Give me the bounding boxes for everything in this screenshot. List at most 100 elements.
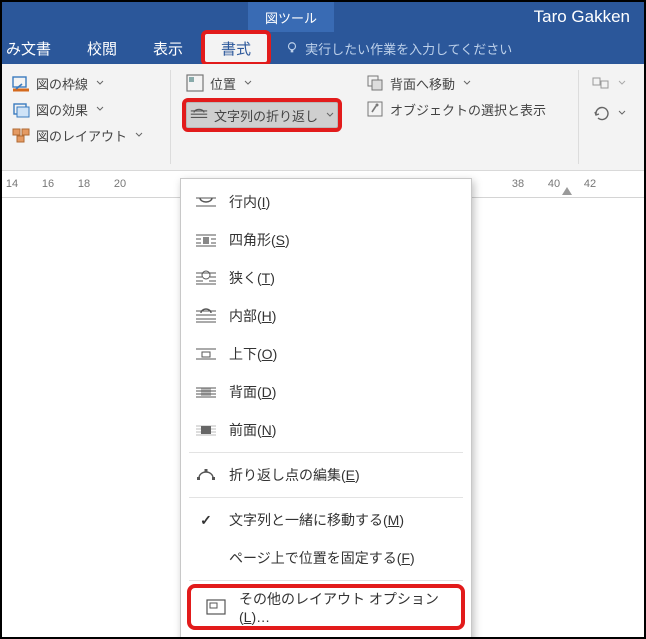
- ruler-tick: 18: [66, 178, 102, 190]
- cmd-selection-pane[interactable]: オブジェクトの選択と表示: [362, 96, 550, 122]
- mi-more-layout-options-label: その他のレイアウト オプション(L)…: [239, 589, 447, 625]
- mi-square-label: 四角形(S): [229, 230, 290, 250]
- mi-edit-wrap-points-label: 折り返し点の編集(E): [229, 465, 360, 485]
- ruler-indent-marker-icon[interactable]: [562, 187, 572, 195]
- mi-inline[interactable]: 行内(I): [181, 183, 471, 221]
- mi-topbottom[interactable]: 上下(O): [181, 335, 471, 373]
- wrap-behind-icon: [195, 384, 217, 400]
- tab-review[interactable]: 校閲: [69, 32, 135, 64]
- cmd-position[interactable]: 位置: [182, 70, 342, 96]
- picture-layout-icon: [12, 126, 30, 144]
- position-icon: [186, 74, 204, 92]
- cmd-picture-outline-label: 図の枠線: [36, 74, 88, 93]
- picture-effects-icon: [12, 100, 30, 118]
- wrap-topbottom-icon: [195, 346, 217, 362]
- blank-icon: [195, 550, 217, 566]
- wrap-through-icon: [195, 308, 217, 324]
- wrap-front-icon: [195, 422, 217, 438]
- username-text: Taro Gakken: [534, 7, 630, 27]
- ruler-tick: 14: [0, 178, 30, 190]
- cmd-picture-effects-label: 図の効果: [36, 100, 88, 119]
- tab-review-label: 校閲: [87, 38, 117, 59]
- group-picture-styles: 図の枠線 図の効果 図のレイアウト: [8, 70, 147, 148]
- mi-set-default-layout[interactable]: 既定のレイアウトとして設定(A): [181, 632, 471, 639]
- mi-behind[interactable]: 背面(D): [181, 373, 471, 411]
- group-arrange-right: 背面へ移動 オブジェクトの選択と表示: [362, 70, 550, 122]
- mi-move-with-text-label: 文字列と一緒に移動する(M): [229, 510, 404, 530]
- group-icon: [592, 74, 610, 92]
- mi-topbottom-label: 上下(O): [229, 344, 277, 364]
- mi-behind-label: 背面(D): [229, 382, 276, 402]
- rotate-icon: [592, 104, 610, 122]
- mi-fix-position[interactable]: ページ上で位置を固定する(F): [181, 539, 471, 577]
- menu-separator: [189, 452, 463, 453]
- mi-inline-label: 行内(I): [229, 192, 270, 212]
- chevron-down-icon: [326, 111, 334, 119]
- selection-pane-icon: [366, 100, 384, 118]
- tab-format[interactable]: 書式: [201, 30, 271, 66]
- cmd-send-backward[interactable]: 背面へ移動: [362, 70, 550, 96]
- mi-through-label: 内部(H): [229, 306, 276, 326]
- wrap-square-icon: [195, 232, 217, 248]
- wrap-tight-icon: [195, 270, 217, 286]
- ruler-ticks-right: 38 40 42: [500, 171, 608, 197]
- mi-more-layout-options[interactable]: その他のレイアウト オプション(L)…: [187, 584, 465, 630]
- chevron-down-icon: [463, 79, 471, 87]
- mi-through[interactable]: 内部(H): [181, 297, 471, 335]
- ribbon-tabstrip: み文書 校閲 表示 書式 実行したい作業を入力してください: [2, 32, 644, 64]
- contextual-tab-text: 図ツール: [265, 8, 317, 27]
- mi-tight[interactable]: 狭く(T): [181, 259, 471, 297]
- chevron-down-icon: [618, 109, 626, 117]
- cmd-send-backward-label: 背面へ移動: [390, 74, 455, 93]
- ruler-ticks-left: 14 16 18 20: [0, 171, 138, 197]
- mi-tight-label: 狭く(T): [229, 268, 275, 288]
- ruler-tick: 20: [102, 178, 138, 190]
- ribbon: 図の枠線 図の効果 図のレイアウト 位置 文字列の折り返し 背面へ: [2, 64, 644, 171]
- tab-format-label: 書式: [221, 38, 251, 59]
- group-arrange-left: 位置 文字列の折り返し: [182, 70, 342, 132]
- edit-wrap-points-icon: [195, 467, 217, 483]
- cmd-selection-pane-label: オブジェクトの選択と表示: [390, 100, 546, 119]
- checkmark-icon: ✓: [195, 512, 217, 528]
- mi-front-label: 前面(N): [229, 420, 276, 440]
- chevron-down-icon: [244, 79, 252, 87]
- more-layout-icon: [205, 599, 227, 615]
- wrap-inline-icon: [195, 194, 217, 210]
- wrap-text-menu: 行内(I) 四角形(S) 狭く(T) 内部(H) 上下(O) 背面(D) 前面(…: [180, 178, 472, 639]
- title-spacer: [2, 2, 248, 32]
- contextual-tab-label: 図ツール: [248, 2, 334, 32]
- wrap-text-icon: [190, 106, 208, 124]
- mi-fix-position-label: ページ上で位置を固定する(F): [229, 548, 415, 568]
- tab-reading-label: み文書: [6, 38, 51, 59]
- ruler-tick: 42: [572, 178, 608, 190]
- mi-square[interactable]: 四角形(S): [181, 221, 471, 259]
- cmd-group[interactable]: [588, 70, 630, 96]
- ruler-tick: 16: [30, 178, 66, 190]
- menu-separator: [189, 580, 463, 581]
- ruler-tick: 38: [500, 178, 536, 190]
- cmd-picture-outline[interactable]: 図の枠線: [8, 70, 147, 96]
- mi-front[interactable]: 前面(N): [181, 411, 471, 449]
- chevron-down-icon: [135, 131, 143, 139]
- cmd-picture-layout[interactable]: 図のレイアウト: [8, 122, 147, 148]
- tell-me[interactable]: 実行したい作業を入力してください: [271, 32, 512, 64]
- mi-move-with-text[interactable]: ✓ 文字列と一緒に移動する(M): [181, 501, 471, 539]
- ribbon-separator: [170, 70, 171, 164]
- tab-view-label: 表示: [153, 38, 183, 59]
- mi-edit-wrap-points[interactable]: 折り返し点の編集(E): [181, 456, 471, 494]
- menu-separator: [189, 497, 463, 498]
- chevron-down-icon: [618, 79, 626, 87]
- tell-me-placeholder: 実行したい作業を入力してください: [305, 39, 512, 58]
- cmd-wrap-text[interactable]: 文字列の折り返し: [182, 98, 342, 132]
- cmd-rotate[interactable]: [588, 100, 630, 126]
- chevron-down-icon: [96, 79, 104, 87]
- title-user: Taro Gakken: [334, 2, 644, 32]
- title-bar: 図ツール Taro Gakken: [2, 2, 644, 32]
- send-backward-icon: [366, 74, 384, 92]
- tab-view[interactable]: 表示: [135, 32, 201, 64]
- tab-reading[interactable]: み文書: [2, 32, 69, 64]
- cmd-picture-effects[interactable]: 図の効果: [8, 96, 147, 122]
- cmd-position-label: 位置: [210, 74, 236, 93]
- chevron-down-icon: [96, 105, 104, 113]
- cmd-picture-layout-label: 図のレイアウト: [36, 126, 127, 145]
